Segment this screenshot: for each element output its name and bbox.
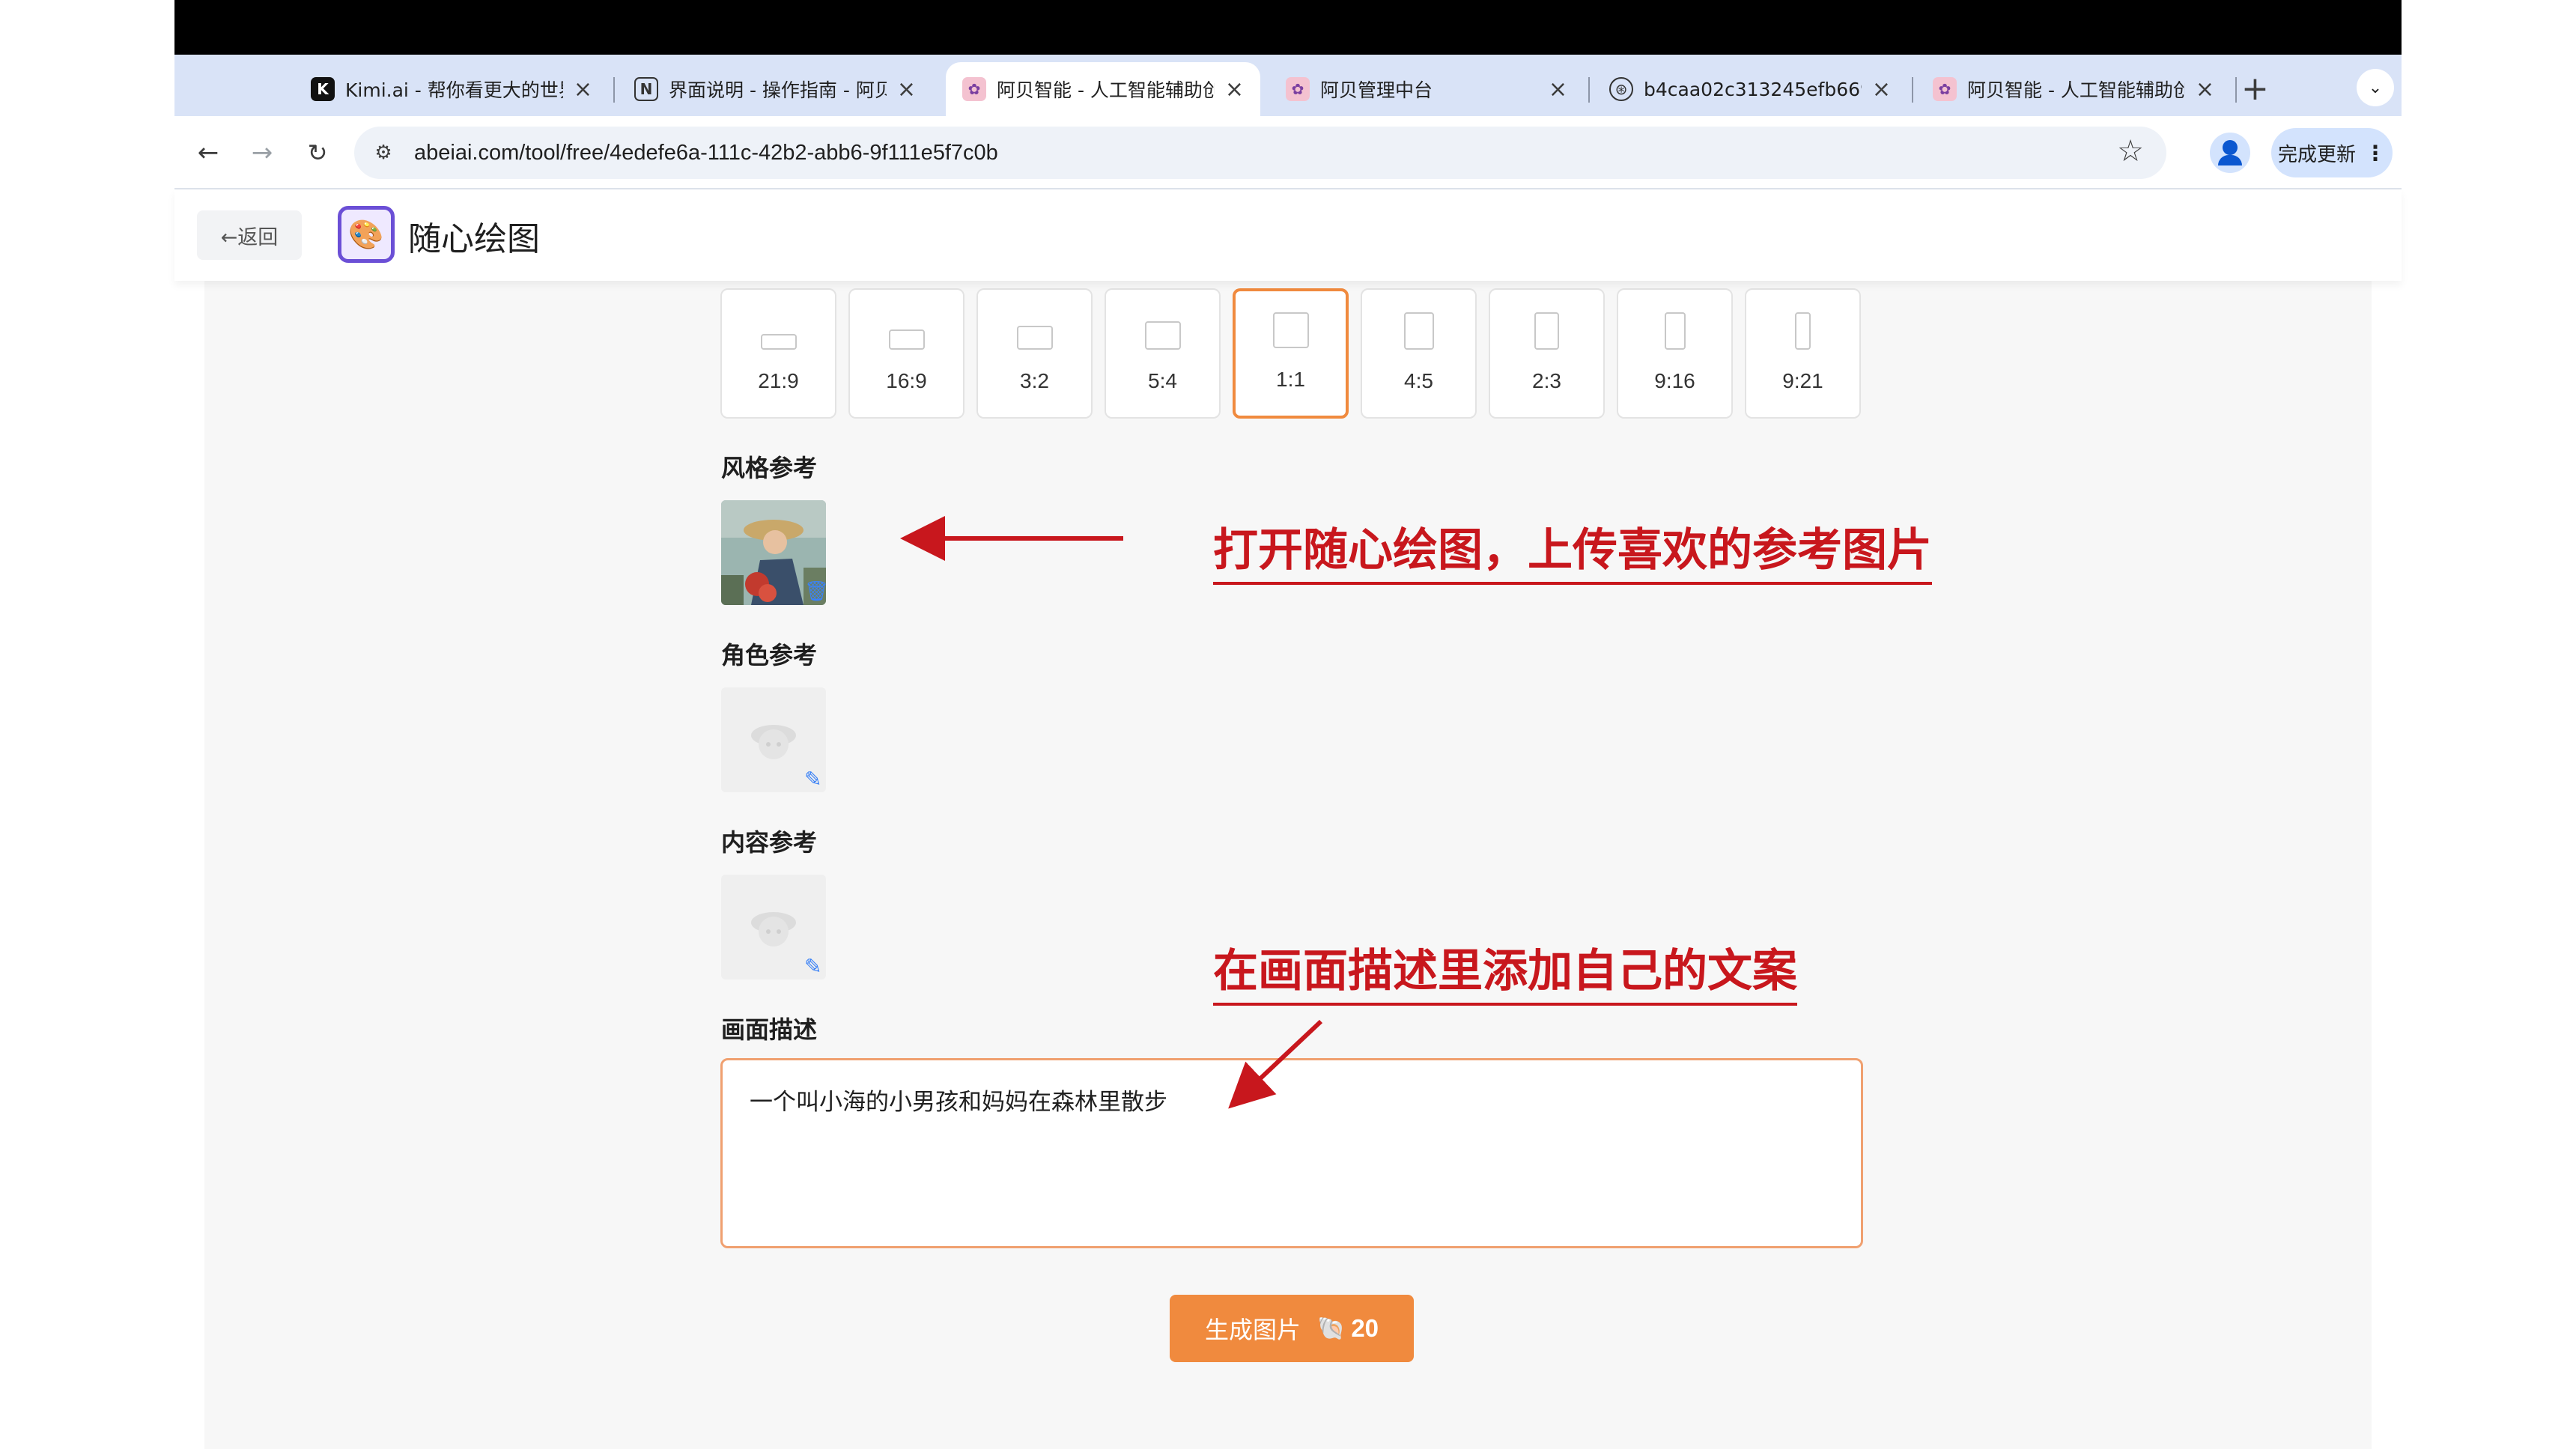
tab-strip: K Kimi.ai - 帮你看更大的世界 × N 界面说明 - 操作指南 - 阿… bbox=[174, 55, 2402, 116]
ratio-shape-icon bbox=[760, 334, 797, 350]
reload-icon[interactable]: ↻ bbox=[299, 134, 336, 171]
ratio-shape-icon bbox=[1534, 312, 1559, 350]
browser-toolbar: ← → ↻ ⚙ abeiai.com/tool/free/4edefe6a-11… bbox=[174, 116, 2402, 189]
ratio-option-21-9[interactable]: 21:9 bbox=[720, 288, 836, 419]
tab-kimi[interactable]: K Kimi.ai - 帮你看更大的世界 × bbox=[294, 62, 609, 116]
profile-avatar[interactable] bbox=[2210, 133, 2250, 173]
trash-icon[interactable]: 🗑 bbox=[804, 580, 829, 603]
close-icon[interactable]: × bbox=[1549, 76, 1567, 103]
ratio-shape-icon bbox=[1272, 312, 1309, 348]
ratio-shape-icon bbox=[1403, 312, 1434, 350]
tab-abei-active[interactable]: ✿ 阿贝智能 - 人工智能辅助创作 × bbox=[946, 62, 1260, 116]
more-vert-icon: ⋮ bbox=[2365, 140, 2386, 165]
tab-title: 阿贝智能 - 人工智能辅助创作 bbox=[997, 79, 1215, 101]
close-icon[interactable]: × bbox=[574, 76, 592, 103]
site-settings-icon[interactable]: ⚙ bbox=[365, 134, 402, 171]
screen-top-bar bbox=[174, 0, 2402, 55]
avatar-head bbox=[2223, 140, 2238, 155]
ratio-label: 1:1 bbox=[1276, 368, 1305, 391]
generate-cost: 20 bbox=[1351, 1314, 1379, 1342]
abei-logo-icon: ✿ bbox=[962, 77, 986, 101]
ratio-option-3-2[interactable]: 3:2 bbox=[976, 288, 1093, 419]
ratio-shape-icon bbox=[1016, 326, 1053, 350]
tab-title: b4caa02c313245efb669 bbox=[1644, 78, 1862, 100]
character-ref-label: 角色参考 bbox=[721, 641, 818, 669]
forward-arrow-icon[interactable]: → bbox=[243, 134, 281, 171]
update-label: 完成更新 bbox=[2277, 143, 2356, 166]
ratio-option-1-1[interactable]: 1:1 bbox=[1233, 288, 1349, 419]
ratio-label: 4:5 bbox=[1404, 369, 1433, 392]
generate-image-button[interactable]: 生成图片 🐚 20 bbox=[1170, 1295, 1414, 1362]
tab-separator bbox=[2235, 77, 2237, 103]
avatar-body bbox=[2218, 155, 2242, 165]
tab-separator bbox=[1912, 77, 1913, 103]
ratio-label: 9:16 bbox=[1654, 369, 1695, 392]
tab-title: 阿贝智能 - 人工智能辅助创作 bbox=[1967, 79, 2185, 101]
back-arrow-icon[interactable]: ← bbox=[189, 134, 227, 171]
update-button[interactable]: 完成更新 ⋮ bbox=[2271, 128, 2393, 177]
app-header: ←返回 🎨 随心绘图 bbox=[174, 189, 2402, 281]
ratio-label: 16:9 bbox=[886, 369, 927, 392]
annotation-upload: 打开随心绘图，上传喜欢的参考图片 bbox=[1213, 514, 1932, 585]
back-button[interactable]: ←返回 bbox=[197, 210, 302, 260]
placeholder-avatar-icon bbox=[751, 725, 796, 759]
abei-logo-icon: ✿ bbox=[1286, 77, 1310, 101]
description-textarea[interactable]: 一个叫小海的小男孩和妈妈在森林里散步 bbox=[720, 1058, 1863, 1248]
tab-title: 界面说明 - 操作指南 - 阿贝 bbox=[669, 79, 887, 101]
placeholder-avatar-icon bbox=[751, 912, 796, 947]
ratio-label: 21:9 bbox=[758, 369, 799, 392]
url-text[interactable]: abeiai.com/tool/free/4edefe6a-111c-42b2-… bbox=[414, 141, 998, 165]
tab-search-button[interactable]: ⌄ bbox=[2357, 69, 2394, 106]
tab-title: Kimi.ai - 帮你看更大的世界 bbox=[345, 79, 563, 101]
abei-logo-icon: ✿ bbox=[1933, 77, 1957, 101]
ratio-label: 5:4 bbox=[1148, 369, 1177, 392]
annotation-describe: 在画面描述里添加自己的文案 bbox=[1213, 935, 1797, 1006]
close-icon[interactable]: × bbox=[2196, 76, 2214, 103]
style-ref-label: 风格参考 bbox=[721, 454, 818, 482]
ratio-option-4-5[interactable]: 4:5 bbox=[1361, 288, 1477, 419]
generate-label: 生成图片 bbox=[1204, 1316, 1301, 1344]
description-label: 画面描述 bbox=[721, 1015, 818, 1044]
ratio-label: 3:2 bbox=[1020, 369, 1049, 392]
main-content bbox=[204, 281, 2372, 1449]
paint-palette-icon: 🎨 bbox=[338, 206, 395, 263]
bookmark-star-icon[interactable]: ☆ bbox=[2117, 134, 2144, 168]
chevron-down-icon: ⌄ bbox=[2368, 78, 2383, 97]
new-tab-button[interactable]: + bbox=[2241, 70, 2269, 109]
browser-chrome: K Kimi.ai - 帮你看更大的世界 × N 界面说明 - 操作指南 - 阿… bbox=[174, 55, 2402, 189]
tab-separator bbox=[613, 77, 615, 103]
close-icon[interactable]: × bbox=[1872, 76, 1891, 103]
pencil-icon[interactable]: ✎ bbox=[804, 767, 821, 792]
ratio-option-9-16[interactable]: 9:16 bbox=[1617, 288, 1733, 419]
ratio-option-5-4[interactable]: 5:4 bbox=[1105, 288, 1221, 419]
pencil-icon[interactable]: ✎ bbox=[804, 954, 821, 979]
tab-abei-second[interactable]: ✿ 阿贝智能 - 人工智能辅助创作 × bbox=[1916, 62, 2231, 116]
notion-logo-icon: N bbox=[634, 77, 658, 101]
aspect-ratio-selector: 21:9 16:9 3:2 5:4 1:1 4:5 2:3 9:16 9:21 bbox=[720, 288, 1873, 419]
kimi-logo-icon: K bbox=[311, 77, 335, 101]
ratio-label: 2:3 bbox=[1532, 369, 1561, 392]
ratio-shape-icon bbox=[888, 329, 925, 350]
ratio-option-2-3[interactable]: 2:3 bbox=[1489, 288, 1605, 419]
ratio-option-16-9[interactable]: 16:9 bbox=[848, 288, 965, 419]
close-icon[interactable]: × bbox=[897, 76, 916, 103]
shell-coin-icon: 🐚 bbox=[1316, 1315, 1346, 1342]
tab-chat[interactable]: ⊛ b4caa02c313245efb669 × bbox=[1593, 62, 1907, 116]
content-ref-label: 内容参考 bbox=[721, 828, 818, 857]
tab-title: 阿贝管理中台 bbox=[1320, 79, 1433, 101]
ratio-option-9-21[interactable]: 9:21 bbox=[1745, 288, 1861, 419]
ratio-label: 9:21 bbox=[1782, 369, 1823, 392]
tab-admin[interactable]: ✿ 阿贝管理中台 × bbox=[1269, 62, 1584, 116]
ratio-shape-icon bbox=[1144, 321, 1181, 350]
chatgpt-logo-icon: ⊛ bbox=[1609, 77, 1633, 101]
tab-guide[interactable]: N 界面说明 - 操作指南 - 阿贝 × bbox=[618, 62, 932, 116]
close-icon[interactable]: × bbox=[1225, 76, 1244, 103]
address-bar[interactable]: ⚙ abeiai.com/tool/free/4edefe6a-111c-42b… bbox=[354, 127, 2166, 179]
page-title: 随心绘图 bbox=[408, 220, 540, 258]
ratio-shape-icon bbox=[1664, 312, 1686, 350]
ratio-shape-icon bbox=[1795, 312, 1811, 350]
tab-separator bbox=[1588, 77, 1590, 103]
